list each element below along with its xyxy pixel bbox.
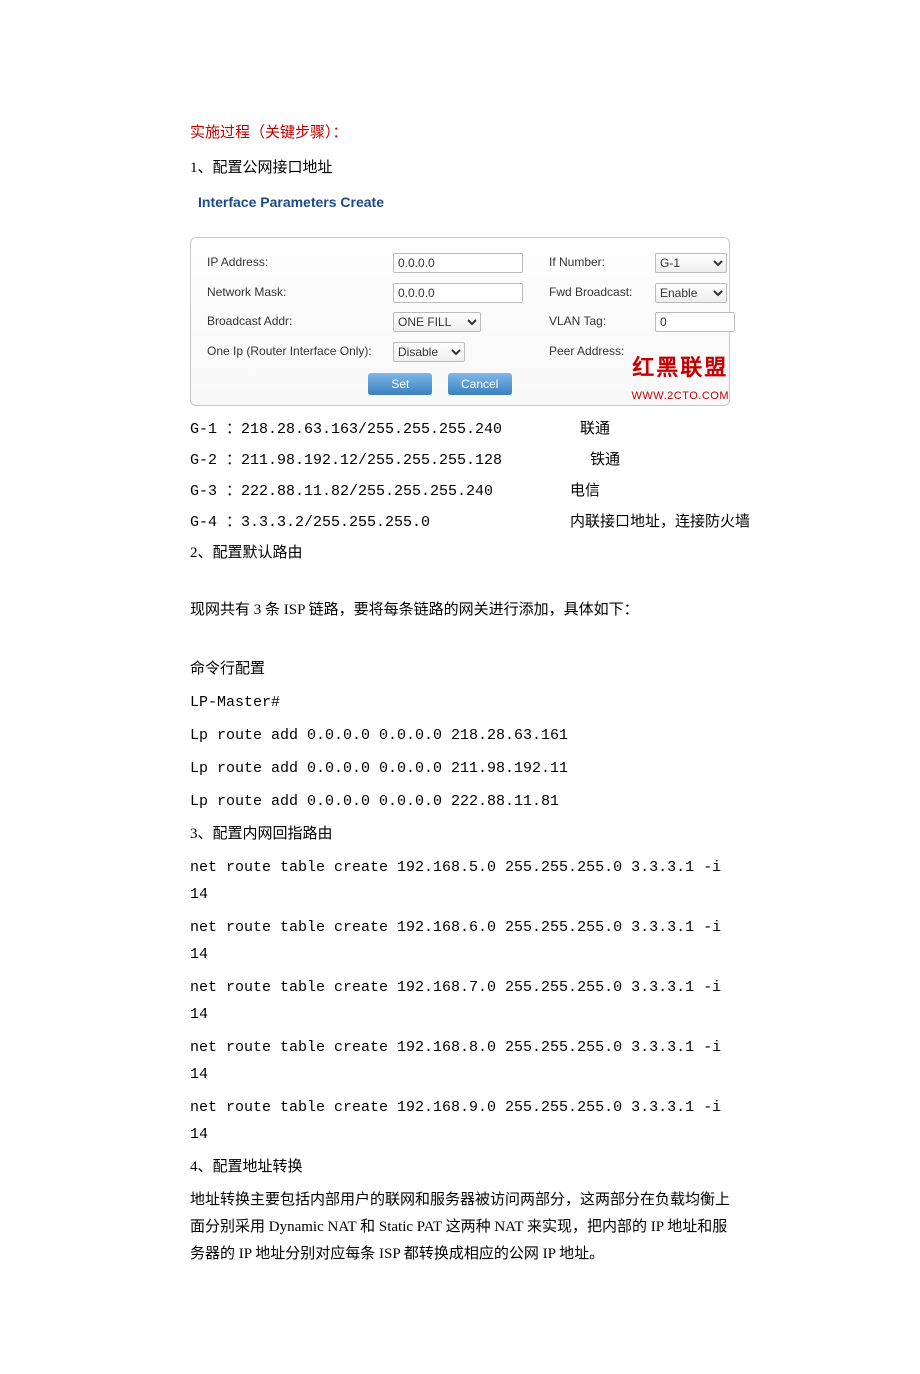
interface-panel: Interface Parameters Create IP Address: …	[190, 186, 730, 406]
cli-route: Lp route add 0.0.0.0 0.0.0.0 211.98.192.…	[190, 755, 730, 782]
interface-ip: G-1 ：218.28.63.163/255.255.255.240	[190, 416, 580, 443]
label-if-number: If Number:	[549, 252, 649, 274]
watermark-text: 红黑联盟	[632, 348, 729, 388]
step1-title: 1、配置公网接口地址	[190, 155, 730, 182]
route-table: net route table create 192.168.9.0 255.2…	[190, 1094, 730, 1148]
route-table: net route table create 192.168.8.0 255.2…	[190, 1034, 730, 1088]
interface-desc: 内联接口地址，连接防火墙	[570, 509, 750, 536]
ip-address-input[interactable]	[393, 253, 523, 273]
interface-line: G-3 ：222.88.11.82/255.255.255.240 电信	[190, 478, 730, 505]
set-button[interactable]: Set	[368, 373, 432, 395]
label-broadcast-addr: Broadcast Addr:	[207, 311, 387, 333]
step3-title: 3、配置内网回指路由	[190, 821, 730, 848]
step4-title: 4、配置地址转换	[190, 1154, 730, 1181]
if-number-select[interactable]: G-1	[655, 253, 727, 273]
route-table: net route table create 192.168.5.0 255.2…	[190, 854, 730, 908]
step2-desc: 现网共有 3 条 ISP 链路，要将每条链路的网关进行添加，具体如下：	[190, 597, 730, 624]
cli-prompt: LP-Master#	[190, 689, 730, 716]
interface-ip: G-4 ：3.3.3.2/255.255.255.0	[190, 509, 570, 536]
fwd-broadcast-select[interactable]: Enable	[655, 283, 727, 303]
cli-route: Lp route add 0.0.0.0 0.0.0.0 218.28.63.1…	[190, 722, 730, 749]
route-table: net route table create 192.168.6.0 255.2…	[190, 914, 730, 968]
vlan-tag-input[interactable]	[655, 312, 735, 332]
interface-ip: G-2 ：211.98.192.12/255.255.255.128	[190, 447, 590, 474]
interface-line: G-1 ：218.28.63.163/255.255.255.240 联通	[190, 416, 730, 443]
label-network-mask: Network Mask:	[207, 282, 387, 304]
route-table: net route table create 192.168.7.0 255.2…	[190, 974, 730, 1028]
interface-desc: 电信	[570, 478, 730, 505]
label-ip-address: IP Address:	[207, 252, 387, 274]
interface-line: G-4 ：3.3.3.2/255.255.255.0 内联接口地址，连接防火墙	[190, 509, 730, 536]
network-mask-input[interactable]	[393, 283, 523, 303]
cli-route: Lp route add 0.0.0.0 0.0.0.0 222.88.11.8…	[190, 788, 730, 815]
watermark-url: WWW.2CTO.COM	[632, 387, 729, 407]
panel-box: IP Address: If Number: G-1 Network Mask:…	[190, 237, 730, 406]
step4-desc: 地址转换主要包括内部用户的联网和服务器被访问两部分，这两部分在负载均衡上面分别采…	[190, 1187, 730, 1268]
interface-desc: 联通	[580, 416, 730, 443]
one-ip-select[interactable]: Disable	[393, 342, 465, 362]
section-heading: 实施过程（关键步骤）：	[190, 120, 730, 147]
label-one-ip: One Ip (Router Interface Only):	[207, 341, 387, 363]
interface-line: G-2 ：211.98.192.12/255.255.255.128 铁通	[190, 447, 730, 474]
step2-title: 2、配置默认路由	[190, 540, 730, 567]
interface-ip: G-3 ：222.88.11.82/255.255.255.240	[190, 478, 570, 505]
label-fwd-broadcast: Fwd Broadcast:	[549, 282, 649, 304]
cancel-button[interactable]: Cancel	[448, 373, 512, 395]
interface-desc: 铁通	[590, 447, 730, 474]
panel-title: Interface Parameters Create	[190, 186, 730, 219]
watermark: 红黑联盟 WWW.2CTO.COM	[632, 348, 729, 407]
label-vlan-tag: VLAN Tag:	[549, 311, 649, 333]
cli-header: 命令行配置	[190, 656, 730, 683]
broadcast-addr-select[interactable]: ONE FILL	[393, 312, 481, 332]
